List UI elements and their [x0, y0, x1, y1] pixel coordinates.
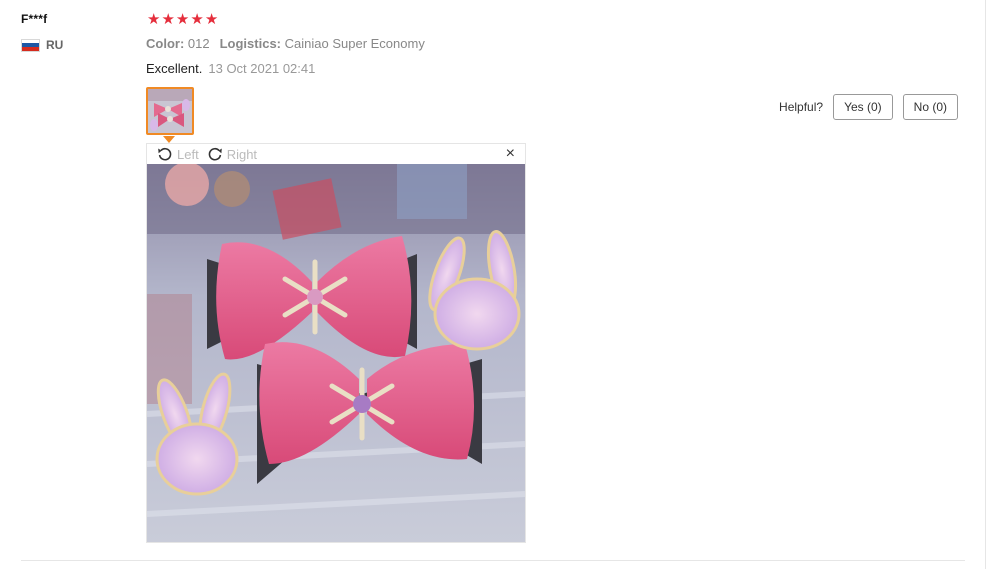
attribute-color: Color: 012 — [146, 36, 210, 51]
product-attributes: Color: 012 Logistics: Cainiao Super Econ… — [146, 36, 425, 51]
star-icon: ★ — [204, 11, 219, 28]
helpful-yes-button[interactable]: Yes (0) — [833, 94, 893, 120]
review-photo — [147, 164, 525, 542]
review-body: Excellent. 13 Oct 2021 02:41 — [146, 61, 315, 76]
review-date: 13 Oct 2021 02:41 — [208, 61, 316, 76]
rotate-right-button[interactable]: Right — [207, 146, 257, 162]
close-icon[interactable]: × — [506, 145, 515, 163]
rotate-right-label: Right — [226, 146, 258, 162]
rotate-left-label: Left — [177, 146, 199, 162]
star-rating: ★ ★ ★ ★ ★ — [147, 12, 218, 28]
review-text: Excellent. — [146, 61, 203, 76]
rotate-left-button[interactable]: Left — [157, 146, 199, 162]
rotate-left-icon — [158, 147, 172, 161]
reviewer-name: F***f — [21, 12, 48, 26]
viewer-toolbar: Left Right × — [147, 144, 525, 164]
attribute-logistics: Logistics: Cainiao Super Economy — [220, 36, 425, 51]
country-code: RU — [46, 38, 64, 52]
reviewer-country: RU — [21, 38, 63, 52]
photo-viewer: Left Right × — [146, 143, 526, 543]
attribute-label: Logistics: — [219, 36, 282, 51]
attribute-value: 012 — [187, 36, 210, 51]
russia-flag-icon — [21, 38, 40, 52]
star-icon: ★ — [190, 11, 204, 28]
review-photo-image — [147, 164, 525, 542]
thumbnail-pointer — [163, 136, 175, 143]
attribute-value: Cainiao Super Economy — [284, 36, 425, 51]
helpful-no-button[interactable]: No (0) — [902, 94, 958, 120]
helpful-votes: Helpful? Yes (0) No (0) — [779, 94, 958, 120]
thumbnail-photo — [148, 89, 192, 133]
review-photo-thumbnail[interactable] — [146, 87, 194, 135]
helpful-label: Helpful? — [779, 100, 824, 114]
star-icon: ★ — [175, 11, 190, 28]
review-divider — [21, 560, 965, 561]
star-icon: ★ — [161, 11, 175, 28]
rotate-right-icon — [208, 147, 222, 161]
attribute-label: Color: — [146, 36, 185, 51]
star-icon: ★ — [147, 11, 161, 28]
